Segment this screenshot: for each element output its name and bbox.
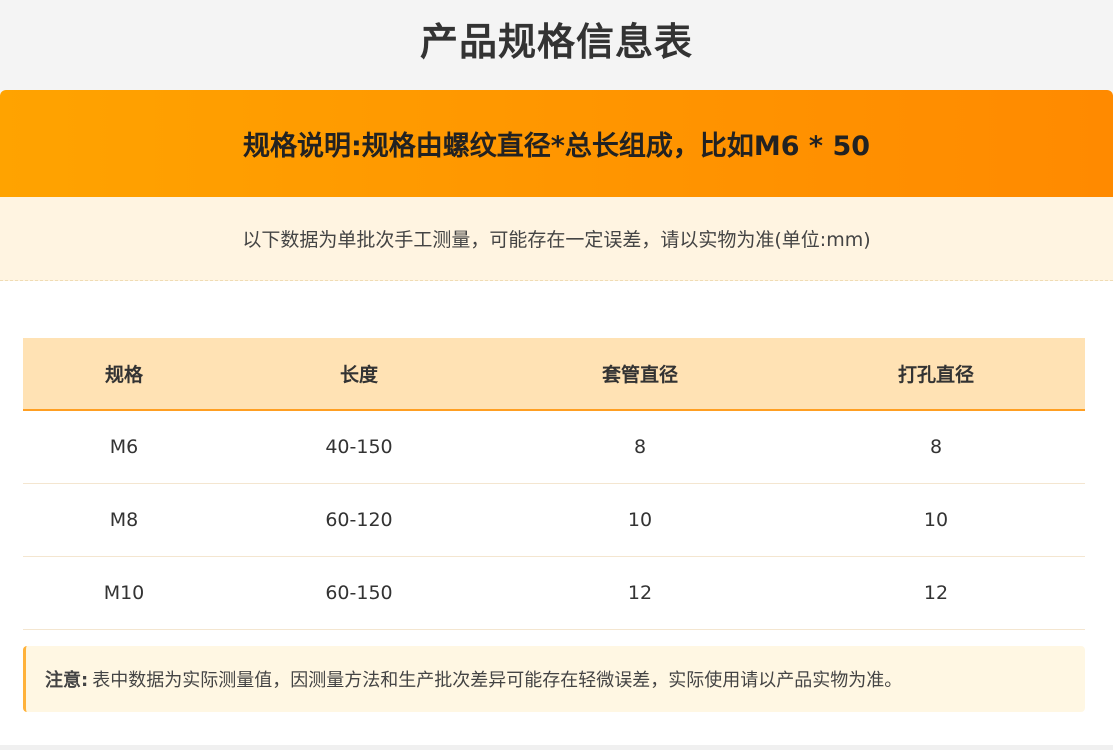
cell-sleeve-diameter: 10 <box>493 483 787 557</box>
spec-card: 规格说明:规格由螺纹直径*总长组成，比如M6 * 50 以下数据为单批次手工测量… <box>0 90 1113 750</box>
cell-spec: M10 <box>23 556 225 630</box>
table-row: M8 60-120 10 10 <box>23 483 1085 557</box>
cell-length: 60-120 <box>225 483 493 557</box>
cell-sleeve-diameter: 12 <box>493 556 787 630</box>
notice-label: 注意: <box>45 670 89 691</box>
column-header-length: 长度 <box>225 338 493 411</box>
cell-drill-diameter: 12 <box>787 556 1085 630</box>
column-header-drill-diameter: 打孔直径 <box>787 338 1085 411</box>
measurement-note: 以下数据为单批次手工测量，可能存在一定误差，请以实物为准(单位:mm) <box>0 197 1113 281</box>
bottom-divider <box>0 745 1113 750</box>
cell-drill-diameter: 10 <box>787 483 1085 557</box>
cell-drill-diameter: 8 <box>787 410 1085 484</box>
cell-spec: M8 <box>23 483 225 557</box>
measurement-note-text: 以下数据为单批次手工测量，可能存在一定误差，请以实物为准(单位:mm) <box>242 229 871 251</box>
notice-box: 注意: 表中数据为实际测量值，因测量方法和生产批次差异可能存在轻微误差，实际使用… <box>23 646 1085 712</box>
notice-text: 表中数据为实际测量值，因测量方法和生产批次差异可能存在轻微误差，实际使用请以产品… <box>92 670 903 691</box>
cell-length: 40-150 <box>225 410 493 484</box>
column-header-sleeve-diameter: 套管直径 <box>493 338 787 411</box>
table-row: M10 60-150 12 12 <box>23 556 1085 630</box>
spec-table-wrapper: 规格 长度 套管直径 打孔直径 M6 40-150 8 8 M8 60-120 … <box>23 338 1085 630</box>
spec-page: 产品规格信息表 规格说明:规格由螺纹直径*总长组成，比如M6 * 50 以下数据… <box>0 0 1113 750</box>
cell-spec: M6 <box>23 410 225 484</box>
page-title: 产品规格信息表 <box>419 20 693 64</box>
spec-banner: 规格说明:规格由螺纹直径*总长组成，比如M6 * 50 <box>0 90 1113 197</box>
column-header-spec: 规格 <box>23 338 225 411</box>
cell-sleeve-diameter: 8 <box>493 410 787 484</box>
spec-table: 规格 长度 套管直径 打孔直径 M6 40-150 8 8 M8 60-120 … <box>23 338 1085 630</box>
spec-banner-text: 规格说明:规格由螺纹直径*总长组成，比如M6 * 50 <box>242 131 871 162</box>
table-row: M6 40-150 8 8 <box>23 410 1085 484</box>
table-header-row: 规格 长度 套管直径 打孔直径 <box>23 338 1085 411</box>
cell-length: 60-150 <box>225 556 493 630</box>
